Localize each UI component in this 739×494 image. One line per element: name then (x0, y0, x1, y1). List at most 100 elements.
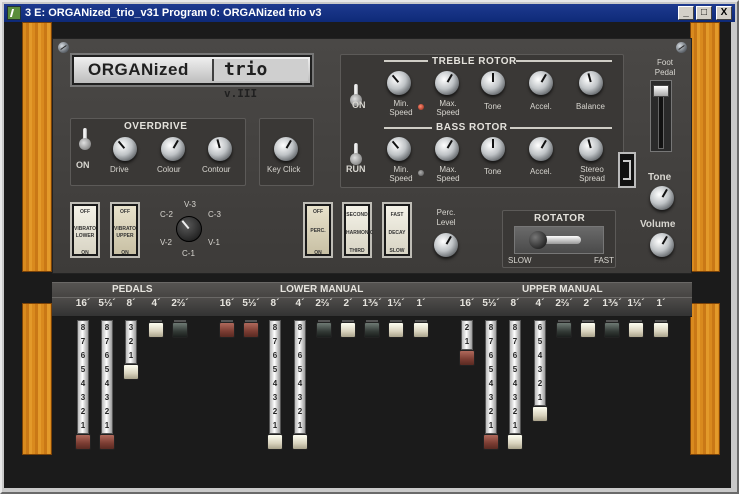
window-title: 3 E: ORGANized_trio_v31 Program 0: ORGAN… (25, 7, 322, 19)
drawbar-handle[interactable] (388, 322, 404, 338)
tone-knob[interactable] (650, 186, 674, 210)
rotator-switch[interactable] (514, 226, 604, 254)
drawbar-number: 2 (80, 407, 86, 416)
drawbar-number: 8 (272, 323, 278, 332)
drawbar-handle[interactable] (148, 322, 164, 338)
drawbar-number: 3 (537, 365, 543, 374)
treble-rotor-title: TREBLE ROTOR (432, 56, 517, 67)
footage-label: 2⅔´ (315, 298, 333, 309)
drawbar-number: 7 (512, 337, 518, 346)
treble-min-speed-knob[interactable] (387, 71, 411, 95)
drawbar-handle[interactable] (556, 322, 572, 338)
drive-knob[interactable] (113, 137, 137, 161)
drawbar-handle[interactable] (292, 434, 308, 450)
drawbar-number: 2 (297, 407, 303, 416)
drawbar-handle[interactable] (364, 322, 380, 338)
drawbar-number: 7 (80, 337, 86, 346)
vibrato-position-c3: C-3 (208, 210, 221, 219)
overdrive-switch[interactable] (78, 128, 92, 154)
bass-rotor-switch-label: RUN (346, 164, 366, 174)
wood-side-left-lower (22, 303, 52, 455)
drawbar-handle[interactable] (267, 434, 283, 450)
drawbar-handle[interactable] (219, 322, 235, 338)
drawbar-number: 4 (537, 351, 543, 360)
bass-min-speed-knob[interactable] (387, 137, 411, 161)
drawbar-number: 3 (104, 393, 110, 402)
bass-stereo-spread-knob[interactable] (579, 137, 603, 161)
percussion-level-knob[interactable] (434, 233, 458, 257)
drawbar-handle[interactable] (653, 322, 669, 338)
percussion-decay-switch[interactable]: FAST DECAY SLOW (382, 202, 412, 258)
bass-tone-knob[interactable] (481, 137, 505, 161)
footage-label: 1´ (656, 298, 666, 309)
drawbar-handle[interactable] (340, 322, 356, 338)
bass-accel-knob[interactable] (529, 137, 553, 161)
wood-side-left (22, 22, 52, 272)
maximize-button[interactable]: □ (696, 6, 712, 20)
drawbar-handle[interactable] (99, 434, 115, 450)
overdrive-title: OVERDRIVE (124, 121, 188, 132)
drawbar-number: 6 (297, 351, 303, 360)
vibrato-lower-switch[interactable]: OFF VIBRATO LOWER ON (70, 202, 100, 258)
drawbar-handle[interactable] (75, 434, 91, 450)
drawbar-number: 1 (80, 421, 86, 430)
treble-tone-knob[interactable] (481, 71, 505, 95)
rotor-output-switch[interactable] (618, 152, 636, 188)
treble-rotor-switch-label: ON (352, 100, 366, 110)
drawbar-number: 6 (512, 351, 518, 360)
percussion-switch[interactable]: OFF PERC. ON (303, 202, 333, 258)
drawbar-handle[interactable] (123, 364, 139, 380)
bass-stereo-spread-label: Stereo Spread (579, 165, 605, 183)
drawbar-number: 8 (297, 323, 303, 332)
treble-accel-label: Accel. (530, 102, 552, 111)
drawbar-number: 1 (297, 421, 303, 430)
drawbar-handle[interactable] (172, 322, 188, 338)
drawbar-handle[interactable] (532, 406, 548, 422)
drawbar-number: 4 (272, 379, 278, 388)
drawbar-handle[interactable] (413, 322, 429, 338)
percussion-level-label: Perc. Level (436, 208, 456, 227)
minimize-button[interactable]: _ (678, 6, 694, 20)
drawbar-handle[interactable] (604, 322, 620, 338)
title-bar[interactable]: 3 E: ORGANized_trio_v31 Program 0: ORGAN… (4, 4, 735, 22)
close-button[interactable]: X (716, 6, 732, 20)
footage-label: 8´ (126, 298, 136, 309)
drive-label: Drive (110, 165, 129, 174)
treble-max-speed-knob[interactable] (435, 71, 459, 95)
drawbar-handle[interactable] (628, 322, 644, 338)
drawbar-handle[interactable] (580, 322, 596, 338)
drawbar-handle[interactable] (316, 322, 332, 338)
bass-max-speed-knob[interactable] (435, 137, 459, 161)
key-click-knob[interactable] (274, 137, 298, 161)
drawbar-handle[interactable] (243, 322, 259, 338)
drawbar-handle[interactable] (507, 434, 523, 450)
treble-balance-knob[interactable] (579, 71, 603, 95)
volume-label: Volume (640, 219, 676, 230)
footage-label: 2⅔´ (171, 298, 189, 309)
drawbar-number: 1 (464, 337, 470, 346)
footage-label: 1´ (416, 298, 426, 309)
logo: ORGANized trio v.III (72, 55, 312, 100)
treble-accel-knob[interactable] (529, 71, 553, 95)
screw-icon (58, 42, 69, 53)
vibrato-selector-knob[interactable] (176, 216, 202, 242)
drawbar-number: 3 (297, 393, 303, 402)
pedals-title: PEDALS (112, 284, 153, 295)
drawbar-number: 6 (537, 323, 543, 332)
colour-knob[interactable] (161, 137, 185, 161)
wood-side-right (690, 22, 720, 272)
drawbar-number: 5 (272, 365, 278, 374)
foot-pedal-track[interactable] (650, 80, 672, 152)
drawbar-handle[interactable] (459, 350, 475, 366)
drawbar-handle[interactable] (483, 434, 499, 450)
vibrato-upper-switch[interactable]: OFF VIBRATO UPPER ON (110, 202, 140, 258)
contour-knob[interactable] (208, 137, 232, 161)
drawbar-number: 2 (488, 407, 494, 416)
volume-knob[interactable] (650, 233, 674, 257)
percussion-harmonic-switch[interactable]: SECOND HARMONIC THIRD (342, 202, 374, 258)
footage-label: 1⅗´ (602, 298, 622, 309)
foot-pedal-slider[interactable] (653, 85, 669, 97)
drawbar-number: 3 (128, 323, 134, 332)
drawbar-number: 3 (488, 393, 494, 402)
app-icon[interactable] (7, 6, 21, 20)
